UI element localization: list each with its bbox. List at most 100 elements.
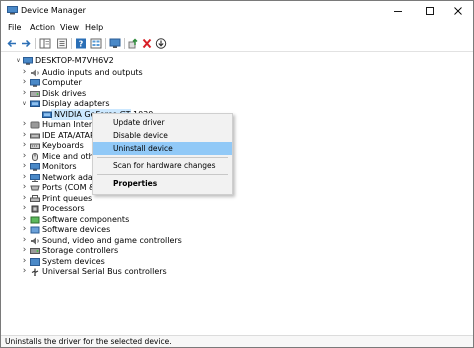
software-component-icon [30,216,40,223]
expand-chevron-icon[interactable]: › [21,172,28,183]
toolbar-separator [35,38,36,49]
disk-icon [30,90,40,97]
computer-icon [23,57,33,65]
speaker-icon [31,69,39,76]
menu-item-label: Scan for hardware changes [113,161,216,170]
tree-item-label: Audio inputs and outputs [42,67,143,77]
minimize-icon [394,11,402,12]
expand-chevron-icon[interactable]: › [21,151,28,162]
port-icon [30,185,40,191]
menu-item-uninstall-device[interactable]: Uninstall device [93,142,232,155]
expand-chevron-icon[interactable]: › [21,203,28,214]
printer-icon [30,194,40,202]
minimize-button[interactable] [383,1,413,21]
menu-help[interactable]: Help [85,23,103,33]
expand-chevron-icon[interactable]: › [21,119,28,130]
menu-separator [97,174,228,175]
tree-item-label: Monitors [42,162,77,171]
tree-item-label: Sound, video and game controllers [42,235,182,245]
monitor-icon[interactable] [109,38,121,49]
system-icon [30,257,40,266]
computer-icon [30,79,40,87]
menu-item-disable-device[interactable]: Disable device [93,129,232,142]
collapse-chevron-icon[interactable]: ∨ [15,55,22,66]
menu-item-scan-hardware[interactable]: Scan for hardware changes [93,159,232,172]
close-button[interactable] [443,1,473,21]
expand-chevron-icon[interactable]: › [21,77,28,88]
expand-chevron-icon[interactable]: › [21,256,28,267]
menu-item-label: Disable device [113,131,168,140]
expand-chevron-icon[interactable]: › [21,130,28,141]
computer-name: DESKTOP-M7VH6V2 [35,56,114,65]
tree-item-label: Computer [42,78,82,87]
close-icon [454,7,462,15]
status-bar: Uninstalls the driver for the selected d… [1,335,473,347]
menu-item-update-driver[interactable]: Update driver [93,116,232,129]
device-manager-icon [7,6,18,15]
toolbar-separator [124,38,125,49]
tree-item-label: Software devices [42,225,111,234]
menu-item-label: Properties [113,179,158,188]
view-list-icon[interactable] [90,38,102,49]
tree-item-label: Keyboards [42,141,84,150]
expand-chevron-icon[interactable]: › [21,88,28,99]
window-title: Device Manager [21,6,86,15]
svg-text:?: ? [79,40,84,49]
expand-chevron-icon[interactable]: › [21,214,28,225]
hid-icon [30,121,40,129]
maximize-button[interactable] [415,1,445,21]
expand-chevron-icon[interactable]: › [21,161,28,172]
toolbar: ? [1,35,473,52]
properties-panel-icon[interactable] [39,38,51,49]
status-text: Uninstalls the driver for the selected d… [5,337,172,346]
expand-chevron-icon[interactable]: › [21,224,28,235]
expand-chevron-icon[interactable]: › [21,245,28,256]
expand-chevron-icon[interactable]: › [21,193,28,204]
context-menu: Update driver Disable device Uninstall d… [92,113,233,195]
collapse-chevron-icon[interactable]: ∨ [21,98,28,109]
network-icon [30,173,40,182]
expand-chevron-icon[interactable]: › [21,182,28,193]
toolbar-separator [71,38,72,49]
menu-file[interactable]: File [8,23,21,33]
menu-view[interactable]: View [60,23,79,33]
tree-item-label: Storage controllers [42,246,119,255]
expand-chevron-icon[interactable]: › [21,266,28,277]
forward-arrow-icon[interactable] [20,38,32,49]
tree-item-label: Display adapters [42,99,110,108]
mouse-icon [32,152,38,161]
tree-item-label: Processors [42,204,85,213]
display-adapter-icon [42,111,52,118]
show-hidden-icon[interactable] [56,38,68,49]
menu-bar: File Action View Help [1,21,473,35]
tree-item-label: System devices [42,256,105,266]
title-bar: Device Manager [1,1,473,21]
device-tree: ∨ DESKTOP-M7VH6V2 › Audio inputs and outp… [1,52,473,335]
software-device-icon [30,226,40,234]
expand-chevron-icon[interactable]: › [21,140,28,151]
toolbar-separator [105,38,106,49]
menu-item-label: Update driver [113,118,165,127]
expand-chevron-icon[interactable]: › [21,235,28,246]
storage-icon [30,248,40,254]
ide-icon [30,133,40,138]
processor-icon [31,205,39,213]
menu-item-label: Uninstall device [113,144,173,153]
maximize-icon [426,7,434,15]
tree-item-label: Universal Serial Bus controllers [42,267,167,276]
help-icon[interactable]: ? [75,38,87,49]
back-arrow-icon[interactable] [6,38,18,49]
tree-item-label: Software components [42,214,130,224]
device-manager-window: Device Manager File Action View Help ? ∨… [0,0,474,348]
download-icon[interactable] [155,38,167,49]
uninstall-icon[interactable] [141,38,153,49]
menu-separator [97,157,228,158]
usb-icon [31,268,39,276]
update-driver-icon[interactable] [127,38,139,49]
tree-item-label: Disk drives [42,88,87,98]
menu-action[interactable]: Action [30,23,55,33]
expand-chevron-icon[interactable]: › [21,67,28,78]
menu-item-properties[interactable]: Properties [93,177,232,190]
tree-item-label: Print queues [42,193,93,203]
display-adapter-icon [30,100,40,107]
